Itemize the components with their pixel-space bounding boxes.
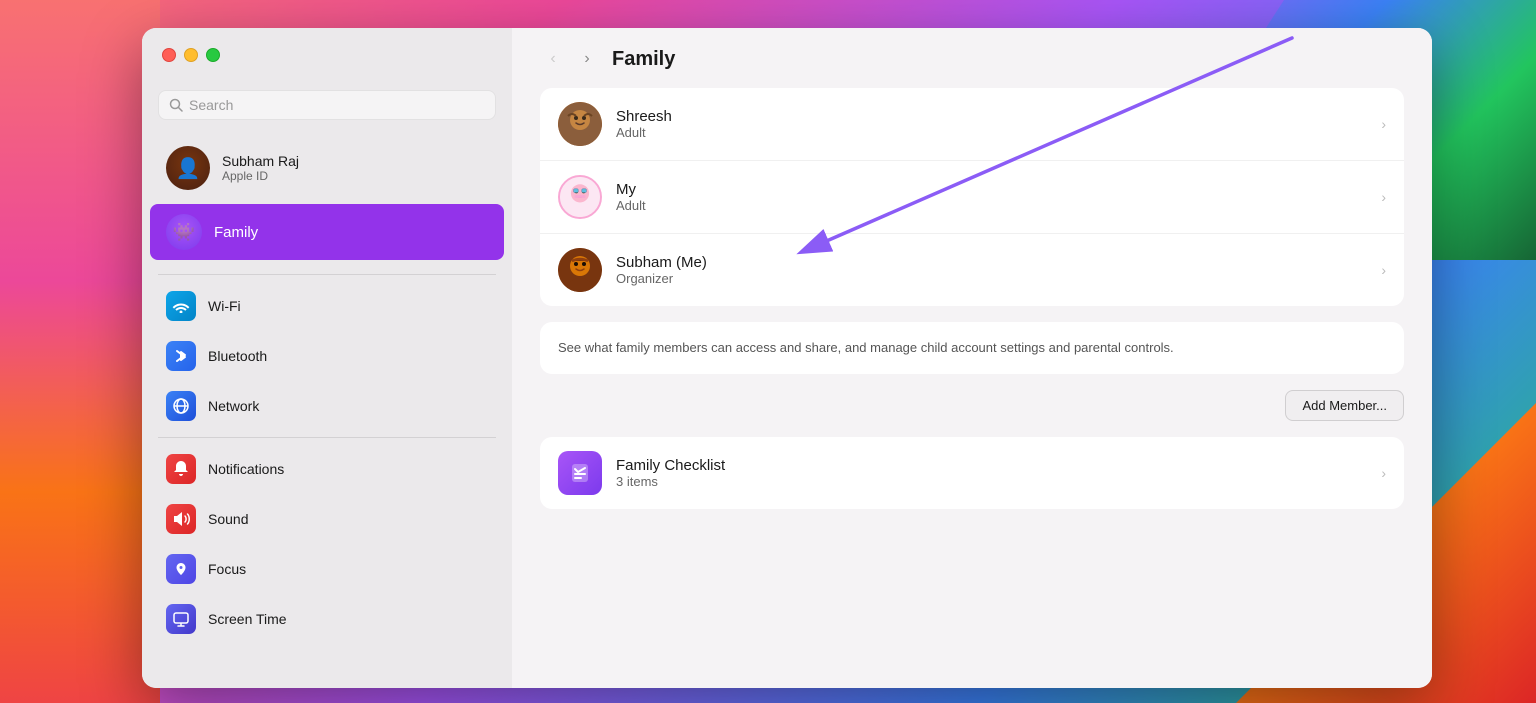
sidebar-network-label: Network bbox=[208, 398, 259, 414]
traffic-lights bbox=[162, 48, 220, 62]
checklist-info: Family Checklist 3 items bbox=[616, 457, 1367, 489]
member-row-my[interactable]: My Adult › bbox=[540, 161, 1404, 234]
member-role-subham: Organizer bbox=[616, 271, 1367, 286]
wifi-icon bbox=[166, 291, 196, 321]
sidebar-item-network[interactable]: Network bbox=[150, 382, 504, 430]
topbar: ‹ › Family bbox=[512, 28, 1432, 88]
sidebar-item-family[interactable]: 👾 Family bbox=[150, 204, 504, 260]
checklist-subtitle: 3 items bbox=[616, 474, 1367, 489]
system-settings-window: 👤 Subham Raj Apple ID 👾 Family bbox=[142, 28, 1432, 688]
member-row-shreesh[interactable]: Shreesh Adult › bbox=[540, 88, 1404, 161]
sidebar-wifi-label: Wi-Fi bbox=[208, 298, 241, 314]
network-icon bbox=[166, 391, 196, 421]
avatar-my bbox=[558, 175, 602, 219]
sidebar-item-sound[interactable]: Sound bbox=[150, 495, 504, 543]
sidebar-divider-2 bbox=[158, 437, 496, 438]
apple-id-name: Subham Raj bbox=[222, 153, 299, 169]
search-icon bbox=[169, 98, 183, 112]
member-role-my: Adult bbox=[616, 198, 1367, 213]
sidebar-bluetooth-label: Bluetooth bbox=[208, 348, 267, 364]
family-avatar: 👾 bbox=[166, 214, 202, 250]
sidebar-item-wifi[interactable]: Wi-Fi bbox=[150, 282, 504, 330]
search-bar[interactable] bbox=[158, 90, 496, 120]
checklist-icon bbox=[558, 451, 602, 495]
apple-id-avatar: 👤 bbox=[166, 146, 210, 190]
member-name-my: My bbox=[616, 181, 1367, 198]
apple-id-subtitle: Apple ID bbox=[222, 169, 299, 183]
maximize-button[interactable] bbox=[206, 48, 220, 62]
page-title: Family bbox=[612, 48, 675, 71]
checklist-title: Family Checklist bbox=[616, 457, 1367, 474]
member-row-subham[interactable]: Subham (Me) Organizer › bbox=[540, 234, 1404, 306]
description-text: See what family members can access and s… bbox=[558, 338, 1386, 358]
chevron-my: › bbox=[1381, 189, 1386, 205]
sidebar-sound-label: Sound bbox=[208, 511, 248, 527]
family-label: Family bbox=[214, 224, 258, 241]
apple-id-info: Subham Raj Apple ID bbox=[222, 153, 299, 183]
checklist-card[interactable]: Family Checklist 3 items › bbox=[540, 437, 1404, 509]
sound-icon bbox=[166, 504, 196, 534]
chevron-subham: › bbox=[1381, 262, 1386, 278]
sidebar-focus-label: Focus bbox=[208, 561, 246, 577]
focus-icon bbox=[166, 554, 196, 584]
avatar-shreesh bbox=[558, 102, 602, 146]
screentime-icon bbox=[166, 604, 196, 634]
add-member-area: Add Member... bbox=[540, 390, 1404, 421]
member-info-subham: Subham (Me) Organizer bbox=[616, 254, 1367, 286]
member-info-shreesh: Shreesh Adult bbox=[616, 108, 1367, 140]
sidebar-item-bluetooth[interactable]: Bluetooth bbox=[150, 332, 504, 380]
close-button[interactable] bbox=[162, 48, 176, 62]
content-area: Shreesh Adult › bbox=[512, 88, 1432, 537]
minimize-button[interactable] bbox=[184, 48, 198, 62]
sidebar-item-notifications[interactable]: Notifications bbox=[150, 445, 504, 493]
chevron-shreesh: › bbox=[1381, 116, 1386, 132]
main-content: ‹ › Family bbox=[512, 28, 1432, 688]
chevron-checklist: › bbox=[1381, 465, 1386, 481]
back-button[interactable]: ‹ bbox=[540, 46, 566, 72]
add-member-button[interactable]: Add Member... bbox=[1285, 390, 1404, 421]
notifications-icon bbox=[166, 454, 196, 484]
member-info-my: My Adult bbox=[616, 181, 1367, 213]
member-role-shreesh: Adult bbox=[616, 125, 1367, 140]
sidebar-item-screentime[interactable]: Screen Time bbox=[150, 595, 504, 643]
sidebar-item-focus[interactable]: Focus bbox=[150, 545, 504, 593]
member-name-shreesh: Shreesh bbox=[616, 108, 1367, 125]
member-name-subham: Subham (Me) bbox=[616, 254, 1367, 271]
sidebar-notifications-label: Notifications bbox=[208, 461, 284, 477]
sidebar: 👤 Subham Raj Apple ID 👾 Family bbox=[142, 28, 512, 688]
forward-button[interactable]: › bbox=[574, 46, 600, 72]
bluetooth-icon bbox=[166, 341, 196, 371]
sidebar-divider-1 bbox=[158, 274, 496, 275]
description-card: See what family members can access and s… bbox=[540, 322, 1404, 374]
sidebar-screentime-label: Screen Time bbox=[208, 611, 287, 627]
search-input[interactable] bbox=[189, 97, 485, 113]
avatar-subham bbox=[558, 248, 602, 292]
sidebar-item-apple-id[interactable]: 👤 Subham Raj Apple ID bbox=[150, 136, 504, 200]
members-card: Shreesh Adult › bbox=[540, 88, 1404, 306]
